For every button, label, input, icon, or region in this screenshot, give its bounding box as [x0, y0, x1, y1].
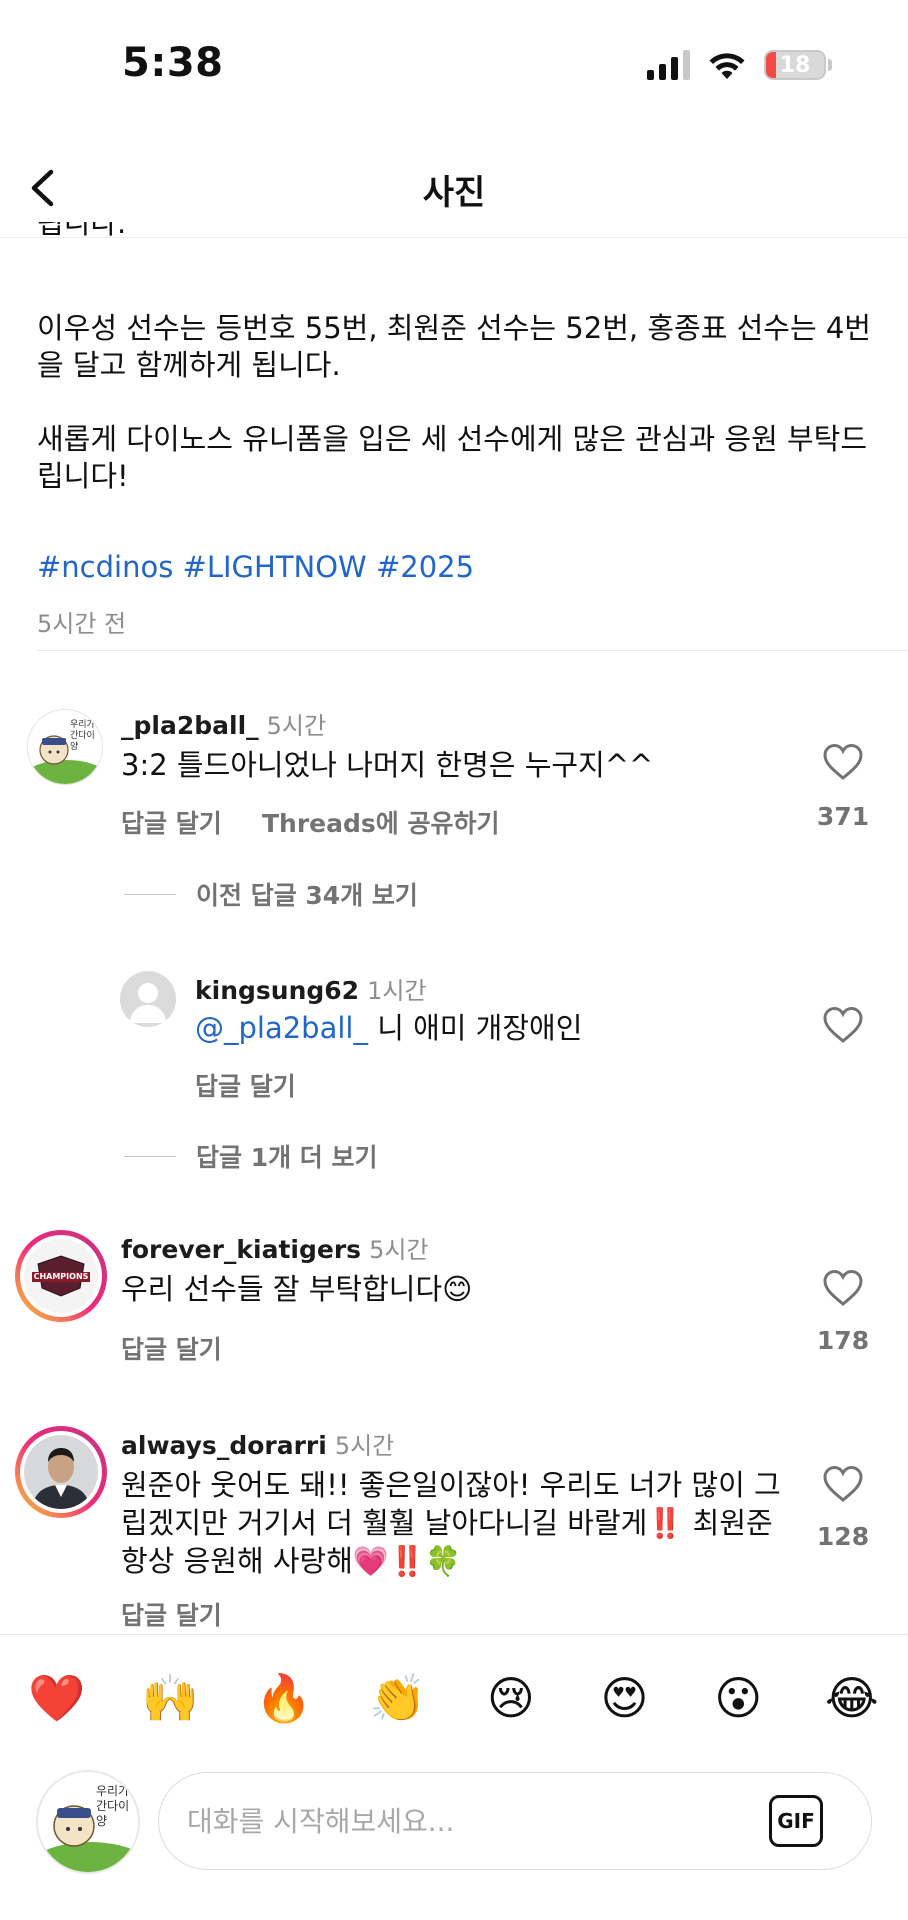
post-timestamp: 5시간 전: [37, 610, 127, 638]
battery-fill: [766, 52, 777, 78]
status-time: 5:38: [122, 40, 224, 86]
reply-button[interactable]: 답글 달기: [121, 804, 222, 840]
battery-nub: [828, 59, 832, 71]
cellular-signal-icon: [647, 50, 690, 80]
like-count: 178: [816, 1326, 870, 1355]
comment-time: 5시간: [369, 1236, 429, 1264]
like-count: 371: [816, 802, 870, 831]
reply-button[interactable]: 답글 달기: [121, 1330, 222, 1366]
bear-avatar-icon[interactable]: 우리가 간다이양: [27, 709, 103, 785]
reply-body: 니 애미 개장애인: [367, 1011, 583, 1045]
like-heart-icon[interactable]: [822, 1005, 864, 1045]
view-more-replies[interactable]: 답글 1개 더 보기: [124, 1138, 378, 1174]
emoji-clap-button[interactable]: 👏: [369, 1670, 426, 1726]
emoji-surprised-button[interactable]: 😮: [710, 1670, 766, 1726]
reply-mention-link[interactable]: @_pla2ball_: [195, 1011, 368, 1045]
reply-button[interactable]: 답글 달기: [195, 1067, 296, 1103]
thread-line: [124, 1155, 176, 1157]
comment-username[interactable]: forever_kiatigers 5시간: [121, 1230, 429, 1265]
compose-avatar-handwriting: 우리가 간다이양: [96, 1784, 130, 1828]
share-to-threads-button[interactable]: Threads에 공유하기: [262, 804, 500, 840]
caption-paragraph-1: 이우성 선수는 등번호 55번, 최원준 선수는 52번, 홍종표 선수는 4번…: [37, 311, 871, 382]
emoji-heart-eyes-button[interactable]: 😍: [597, 1670, 653, 1726]
comment-username-text[interactable]: _pla2ball_: [121, 711, 259, 740]
comment-username-text[interactable]: forever_kiatigers: [121, 1235, 361, 1264]
view-previous-replies-label[interactable]: 이전 답글 34개 보기: [196, 876, 418, 912]
reply-time: 1시간: [367, 977, 427, 1005]
like-heart-icon[interactable]: [822, 1268, 864, 1308]
quick-emoji-bar: ❤️ 🙌 🔥 👏 😢 😍 😮 😂: [28, 1670, 880, 1726]
person-photo-icon[interactable]: [15, 1426, 107, 1518]
view-more-replies-label[interactable]: 답글 1개 더 보기: [196, 1138, 378, 1174]
emoji-heart-button[interactable]: ❤️: [28, 1670, 85, 1726]
emoji-fire-button[interactable]: 🔥: [255, 1670, 312, 1726]
emoji-bar-divider: [0, 1634, 908, 1635]
comment-username[interactable]: _pla2ball_ 5시간: [121, 706, 326, 741]
emoji-raised-hands-button[interactable]: 🙌: [142, 1670, 199, 1726]
champions-logo-icon[interactable]: CHAMPIONS: [15, 1230, 107, 1322]
reply-username[interactable]: kingsung62 1시간: [195, 971, 427, 1006]
reply-button[interactable]: 답글 달기: [121, 1596, 222, 1632]
status-bar: 5:38 18: [0, 0, 908, 130]
comment-time: 5시간: [334, 1432, 395, 1460]
emoji-crying-button[interactable]: 😢: [483, 1670, 539, 1726]
caption-hashtags[interactable]: #ncdinos #LIGHTNOW #2025: [37, 550, 474, 584]
wifi-icon: [709, 53, 745, 79]
reply-text: @_pla2ball_ 니 애미 개장애인: [195, 1009, 775, 1047]
like-heart-icon[interactable]: [822, 742, 864, 782]
comment-text: 우리 선수들 잘 부탁합니다😊: [121, 1272, 473, 1306]
post-caption: 이우성 선수는 등번호 55번, 최원준 선수는 52번, 홍종표 선수는 4번…: [37, 238, 877, 532]
my-avatar-icon: 우리가 간다이양: [36, 1770, 140, 1874]
caption-paragraph-2: 새롭게 다이노스 유니폼을 입은 세 선수에게 많은 관심과 응원 부탁드립니다…: [37, 422, 868, 493]
comment-username[interactable]: always_dorarri 5시간: [121, 1426, 394, 1461]
thread-line: [124, 893, 176, 895]
gif-button[interactable]: GIF: [769, 1795, 823, 1847]
caption-divider: [37, 650, 908, 651]
champions-logo-text: CHAMPIONS: [33, 1271, 89, 1281]
comment-text: 3:2 틀드아니었나 나머지 한명은 누구지^^: [121, 748, 654, 782]
comment-compose-box[interactable]: GIF: [158, 1772, 872, 1870]
reply-username-text[interactable]: kingsung62: [195, 976, 359, 1005]
battery-level: 18: [779, 52, 811, 78]
view-previous-replies[interactable]: 이전 답글 34개 보기: [124, 876, 418, 912]
comment-input[interactable]: [187, 1795, 747, 1847]
avatar-handwriting: 우리가 간다이양: [70, 720, 95, 752]
comment-time: 5시간: [266, 712, 327, 740]
default-user-icon[interactable]: [120, 971, 176, 1027]
like-heart-icon[interactable]: [822, 1464, 864, 1504]
status-icons: 18: [647, 50, 832, 80]
like-count: 128: [816, 1522, 870, 1551]
comment-text: 원준아 웃어도 돼!! 좋은일이잖아! 우리도 너가 많이 그립겠지만 거기서 …: [121, 1468, 781, 1578]
emoji-laughing-button[interactable]: 😂: [824, 1670, 880, 1726]
comment-username-text[interactable]: always_dorarri: [121, 1431, 327, 1460]
page-title: 사진: [422, 173, 486, 213]
header: 사진: [0, 140, 908, 238]
battery-icon: 18: [764, 50, 826, 80]
